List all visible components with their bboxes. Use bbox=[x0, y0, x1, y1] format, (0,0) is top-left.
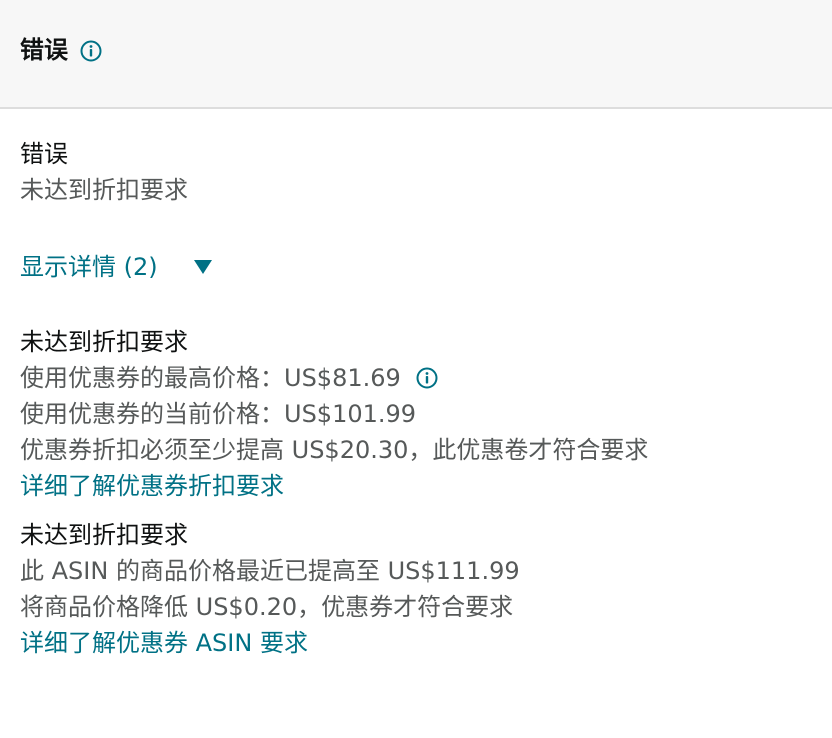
learn-more-discount-link[interactable]: 详细了解优惠券折扣要求 bbox=[20, 468, 648, 504]
show-details-toggle[interactable]: 显示详情 (2) bbox=[20, 249, 158, 285]
max-price-line: 使用优惠券的最高价格：US$81.69 bbox=[20, 360, 438, 396]
info-icon[interactable] bbox=[408, 364, 438, 392]
required-increase-line: 优惠券折扣必须至少提高 US$20.30，此优惠卷才符合要求 bbox=[20, 436, 649, 464]
asin-price-line: 此 ASIN 的商品价格最近已提高至 US$111.99 bbox=[20, 557, 520, 585]
error-header: 错误 bbox=[0, 0, 832, 109]
detail-title: 未达到折扣要求 bbox=[20, 328, 188, 356]
caret-down-icon[interactable] bbox=[194, 260, 212, 274]
detail-item-asin: 未达到折扣要求 此 ASIN 的商品价格最近已提高至 US$111.99 将商品… bbox=[20, 517, 520, 661]
detail-item-discount: 未达到折扣要求 使用优惠券的最高价格：US$81.69 使用优惠券的当前价格：U… bbox=[20, 324, 648, 504]
detail-title: 未达到折扣要求 bbox=[20, 521, 188, 549]
current-price-line: 使用优惠券的当前价格：US$101.99 bbox=[20, 400, 417, 428]
error-summary: 错误 未达到折扣要求 bbox=[20, 136, 188, 208]
learn-more-asin-link[interactable]: 详细了解优惠券 ASIN 要求 bbox=[20, 625, 520, 661]
max-price-text: 使用优惠券的最高价格：US$81.69 bbox=[20, 364, 401, 392]
info-icon[interactable] bbox=[80, 40, 102, 62]
summary-label: 错误 bbox=[20, 140, 68, 168]
header-title: 错误 bbox=[20, 36, 68, 64]
summary-message: 未达到折扣要求 bbox=[20, 176, 188, 204]
price-reduction-line: 将商品价格降低 US$0.20，优惠券才符合要求 bbox=[20, 593, 514, 621]
